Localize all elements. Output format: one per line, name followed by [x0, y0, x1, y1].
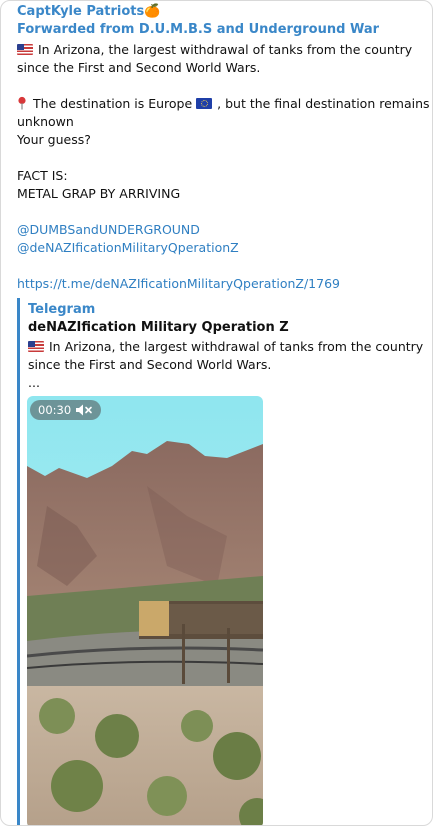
message-bubble: CaptKyle Patriots🍊 Forwarded from D.U.M.… [0, 0, 433, 826]
us-flag-icon [17, 44, 33, 55]
us-flag-icon [28, 341, 44, 352]
preview-description: In Arizona, the largest withdrawal of ta… [28, 338, 423, 392]
message-text: In Arizona, the largest withdrawal of ta… [17, 41, 430, 293]
video-thumbnail[interactable]: 00:30 [27, 396, 263, 825]
sender-name[interactable]: CaptKyle Patriots🍊 [17, 4, 160, 19]
preview-line: ... [28, 375, 40, 390]
preview-source: Telegram [28, 302, 96, 317]
preview-line: In Arizona, the largest withdrawal of ta… [28, 338, 423, 356]
message-line: Your guess? [17, 132, 91, 147]
preview-line: since the First and Second World Wars. [28, 357, 272, 372]
link-preview[interactable]: Telegram deNAZIfication Military Qperati… [17, 298, 427, 825]
preview-title: deNAZIfication Military Qperation Z [28, 320, 289, 335]
eu-flag-icon [196, 98, 213, 109]
forwarded-from-label[interactable]: Forwarded from D.U.M.B.S and Underground… [17, 22, 379, 37]
message-line: The destination is Europe , but the fina… [17, 95, 430, 113]
message-line: In Arizona, the largest withdrawal of ta… [17, 41, 427, 59]
video-frame-image [27, 396, 263, 825]
pin-icon [18, 96, 26, 110]
video-duration: 00:30 [38, 403, 72, 417]
video-timer: 00:30 [30, 400, 102, 420]
mention-link[interactable]: @DUMBSandUNDERGROUND [17, 222, 200, 237]
message-url-link[interactable]: https://t.me/deNAZIficationMilitaryQpera… [17, 276, 340, 291]
message-line: since the First and Second World Wars. [17, 60, 261, 75]
message-line: METAL GRAP BY ARRIVING [17, 186, 181, 201]
message-line: unknown [17, 114, 74, 129]
message-line: FACT IS: [17, 168, 68, 183]
mention-link[interactable]: @deNAZIficationMilitaryQperationZ [17, 240, 239, 255]
speaker-muted-icon[interactable] [75, 403, 93, 417]
